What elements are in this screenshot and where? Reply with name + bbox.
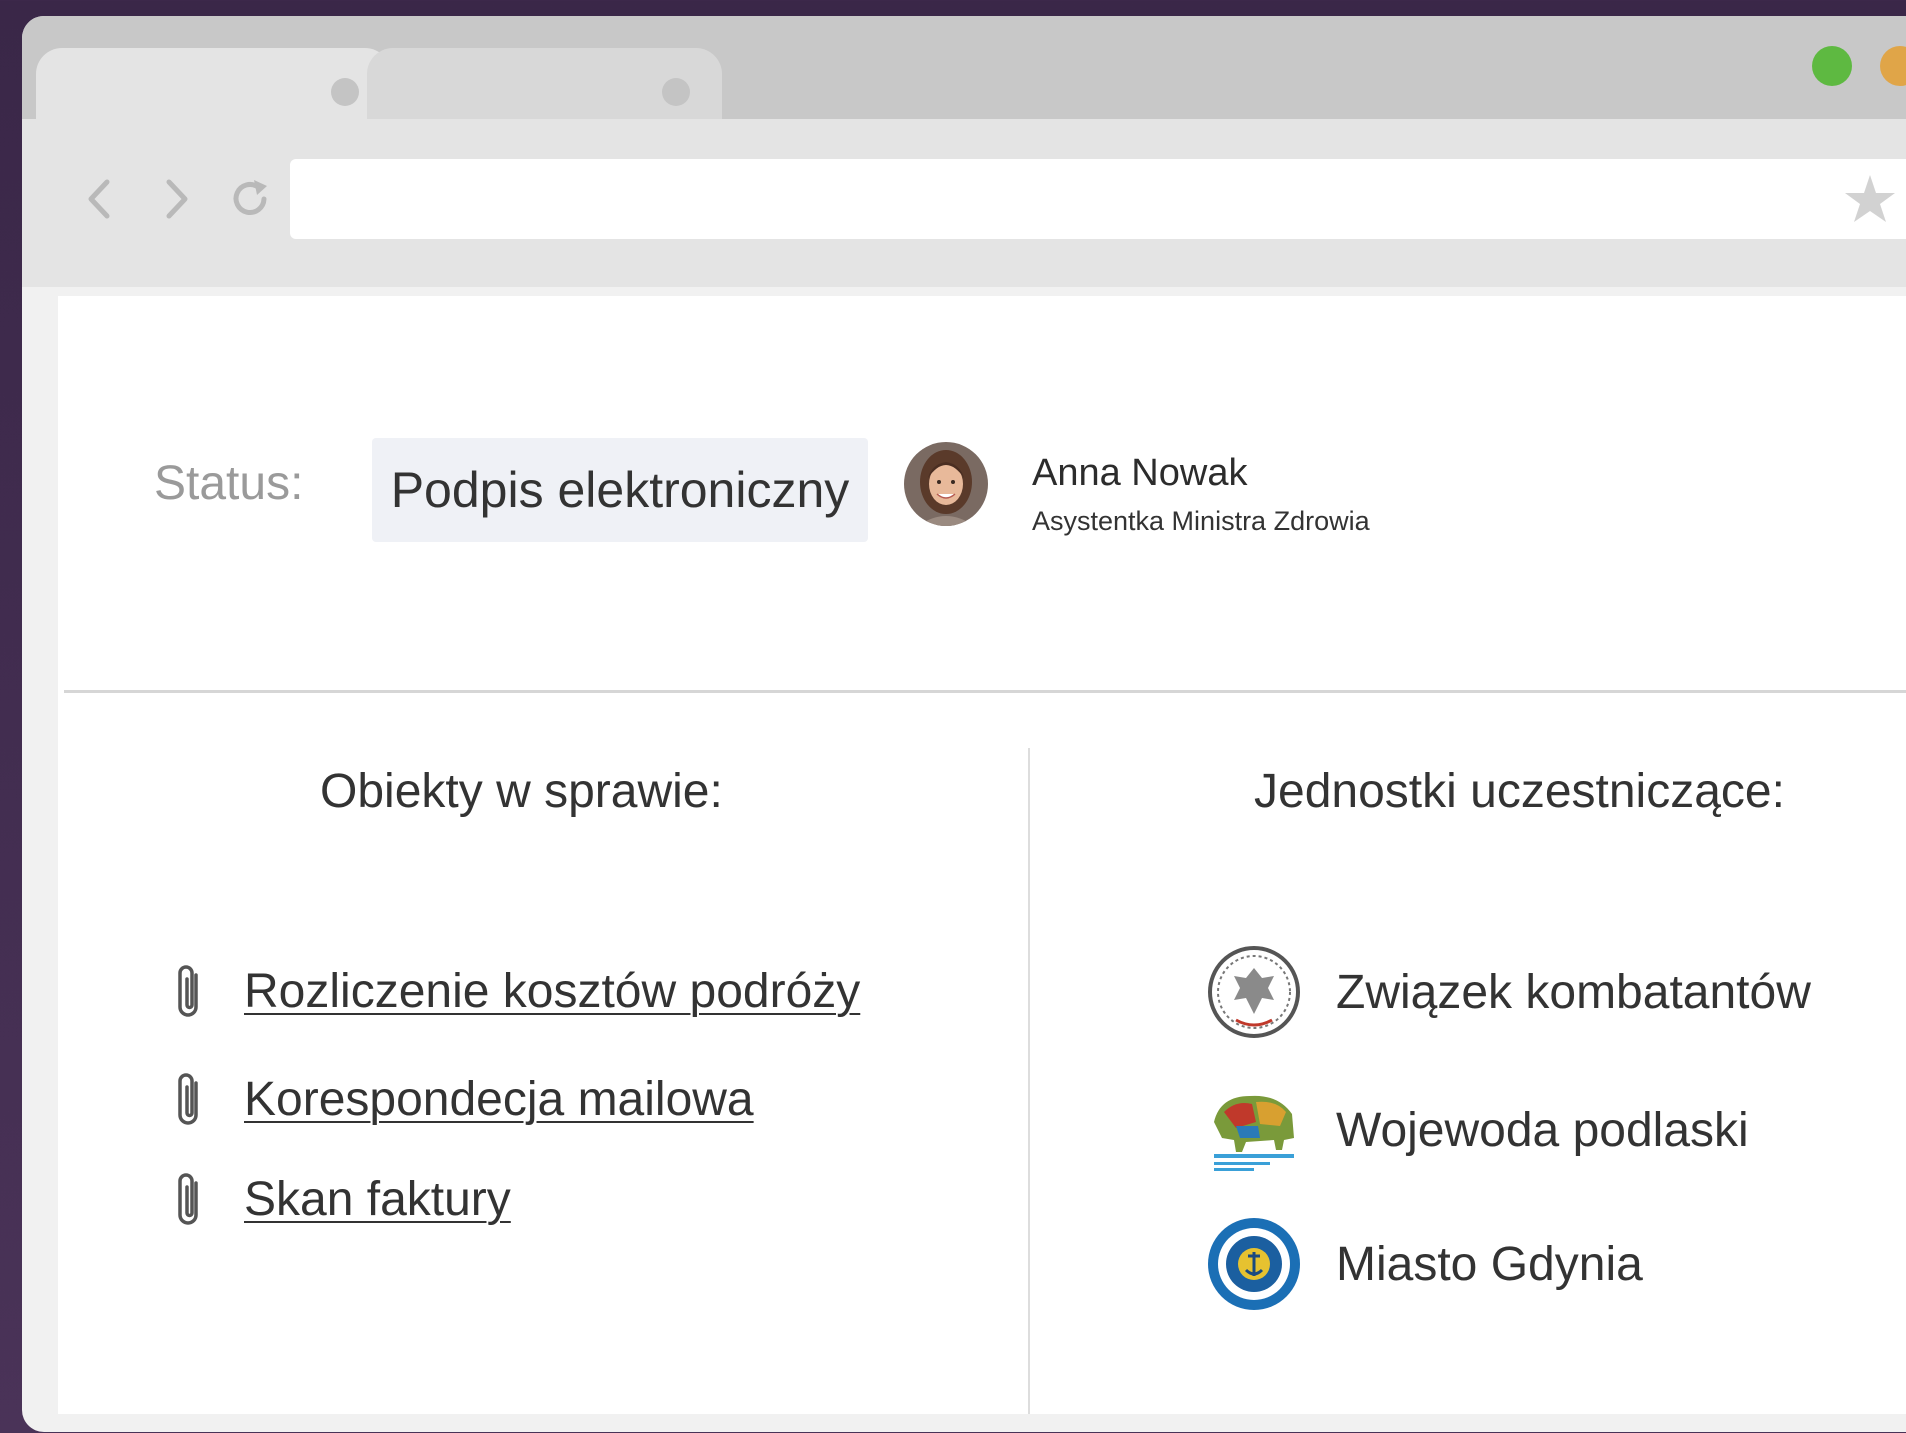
window-minimize-button[interactable]	[1880, 46, 1906, 86]
eagle-seal-icon	[1208, 946, 1300, 1038]
person-name: Anna Nowak	[1032, 452, 1248, 494]
tab-1[interactable]	[36, 48, 391, 119]
tab-strip	[22, 16, 1906, 119]
case-panel: Status: Podpis elektroniczny Anna Nowak …	[58, 296, 1906, 1414]
tab-close-icon[interactable]	[662, 78, 690, 106]
objects-title: Obiekty w sprawie:	[320, 765, 723, 818]
object-link[interactable]: Rozliczenie kosztów podróży	[244, 964, 860, 1019]
chevron-left-icon	[88, 179, 110, 219]
bison-logo-icon	[1214, 1095, 1294, 1171]
address-bar[interactable]	[290, 159, 1906, 239]
object-link[interactable]: Skan faktury	[244, 1172, 511, 1227]
paperclip-icon	[178, 1173, 198, 1225]
person-avatar-icon	[904, 442, 988, 526]
reload-button[interactable]	[222, 171, 278, 227]
unit-name: Związek kombatantów	[1336, 965, 1811, 1019]
avatar	[904, 442, 988, 526]
reload-icon	[233, 180, 267, 215]
unit-name: Wojewoda podlaski	[1336, 1103, 1749, 1157]
paperclip-icon	[178, 1073, 198, 1125]
anchor-seal-icon	[1208, 1218, 1300, 1310]
list-item: Miasto Gdynia	[1206, 1214, 1643, 1314]
list-item[interactable]: Korespondecja mailowa	[170, 1064, 754, 1134]
column-divider	[1028, 748, 1030, 1414]
chevron-right-icon	[166, 179, 188, 219]
tab-close-icon[interactable]	[331, 78, 359, 106]
tab-2[interactable]	[367, 48, 722, 119]
window-maximize-button[interactable]	[1812, 46, 1852, 86]
forward-button[interactable]	[148, 171, 204, 227]
paperclip-icon	[178, 965, 198, 1017]
list-item: Związek kombatantów	[1206, 942, 1811, 1042]
status-label: Status:	[154, 457, 304, 510]
person-role: Asystentka Ministra Zdrowia	[1032, 506, 1370, 536]
unit-name: Miasto Gdynia	[1336, 1237, 1643, 1291]
units-title: Jednostki uczestniczące:	[1254, 765, 1785, 818]
list-item: Wojewoda podlaski	[1206, 1080, 1749, 1180]
browser-window: Status: Podpis elektroniczny Anna Nowak …	[22, 16, 1906, 1432]
list-item[interactable]: Skan faktury	[170, 1164, 511, 1234]
object-link[interactable]: Korespondecja mailowa	[244, 1072, 754, 1127]
bookmark-star-icon[interactable]	[1840, 169, 1900, 229]
section-divider	[64, 690, 1906, 693]
status-row: Status: Podpis elektroniczny Anna Nowak …	[58, 296, 1906, 690]
back-button[interactable]	[72, 171, 128, 227]
list-item[interactable]: Rozliczenie kosztów podróży	[170, 956, 860, 1026]
browser-toolbar	[22, 119, 1906, 287]
status-badge: Podpis elektroniczny	[372, 438, 868, 542]
